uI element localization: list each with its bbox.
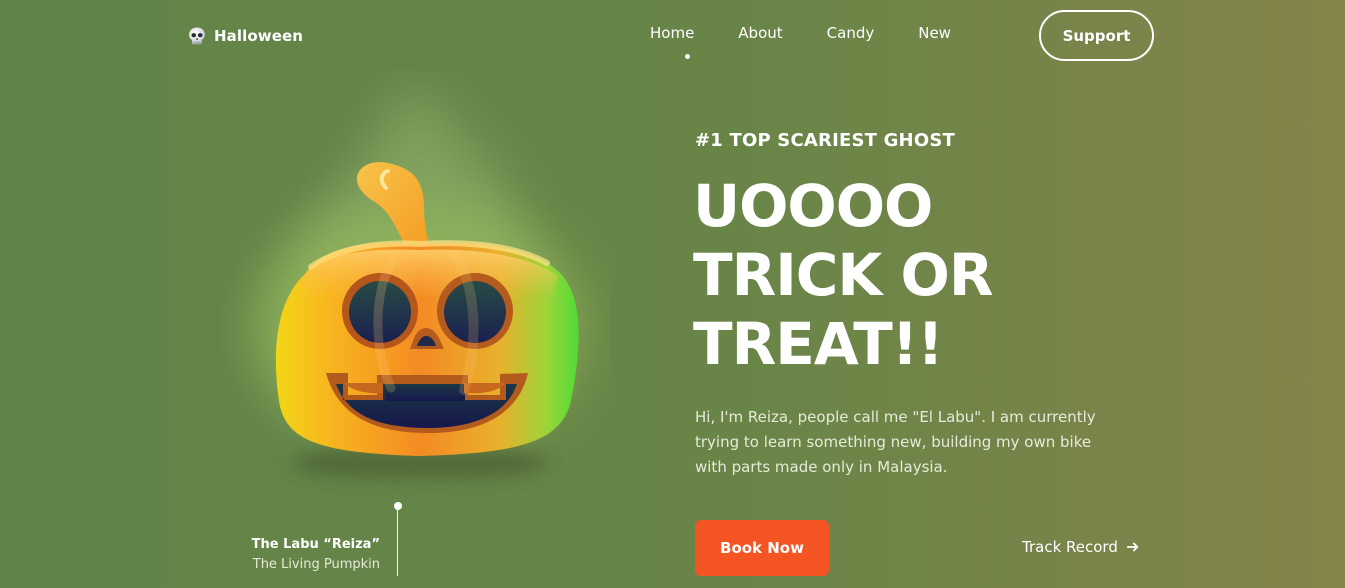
track-record-label: Track Record: [1022, 538, 1118, 556]
nav-item-candy[interactable]: Candy: [827, 24, 875, 42]
pumpkin-icon: [250, 80, 590, 480]
nav-item-new[interactable]: New: [918, 24, 951, 42]
support-button[interactable]: Support: [1039, 10, 1154, 61]
track-record-link[interactable]: Track Record: [1022, 538, 1140, 556]
pumpkin-caption: The Labu “Reiza” The Living Pumpkin: [205, 537, 380, 574]
pumpkin-subtitle: The Living Pumpkin: [252, 557, 380, 572]
arrow-right-icon: [1126, 542, 1139, 552]
active-nav-indicator: [684, 54, 690, 59]
brand-logo[interactable]: Halloween: [187, 24, 303, 48]
nav-item-about[interactable]: About: [738, 24, 782, 42]
pumpkin-name: The Labu “Reiza”: [251, 537, 380, 552]
hero-headline: UOOOO TRICK OR TREAT!!: [693, 172, 993, 379]
caption-connector: [397, 506, 398, 576]
brand-name: Halloween: [214, 27, 304, 45]
book-now-button[interactable]: Book Now: [695, 520, 829, 576]
skull-icon: [189, 27, 205, 45]
hero-eyebrow: #1 TOP SCARIEST GHOST: [695, 130, 955, 151]
headline-line-1: UOOOO: [693, 172, 933, 240]
nav-item-home[interactable]: Home: [650, 24, 694, 42]
hero-description: Hi, I'm Reiza, people call me "El Labu".…: [695, 408, 1096, 476]
main-nav: Home About Candy New: [650, 24, 951, 42]
pumpkin-illustration: [220, 70, 610, 500]
headline-line-2: TRICK OR: [693, 241, 993, 309]
caption-marker: [394, 502, 402, 510]
headline-line-3: TREAT!!: [693, 310, 944, 378]
